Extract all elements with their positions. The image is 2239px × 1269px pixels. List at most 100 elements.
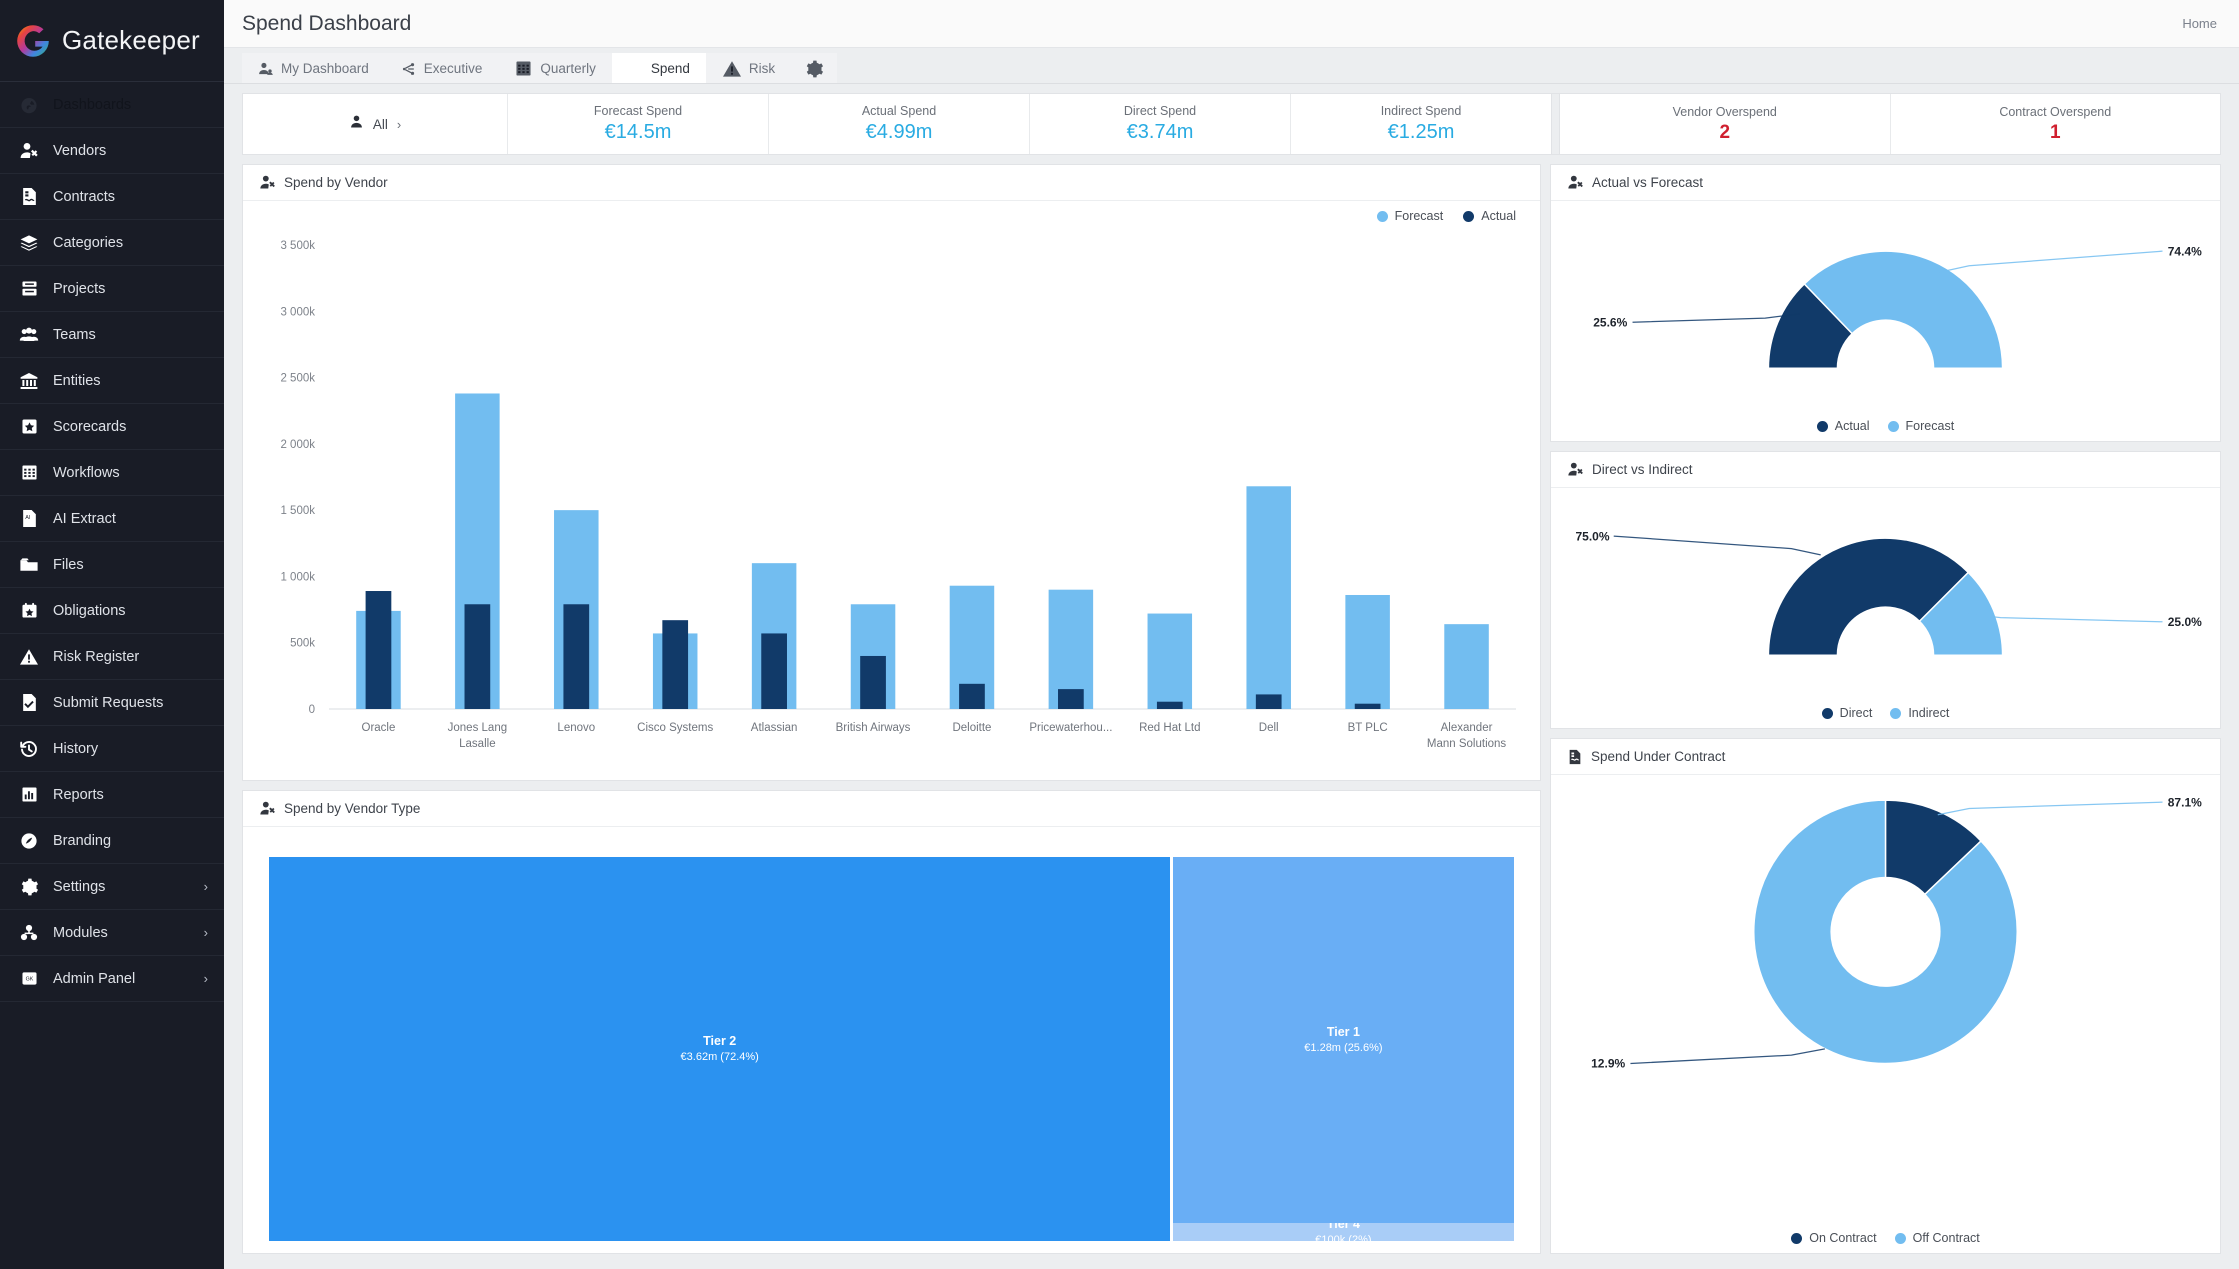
- kpi-card[interactable]: Indirect Spend €1.25m: [1291, 94, 1551, 154]
- sidebar-item-branding[interactable]: Branding: [0, 818, 224, 864]
- sidebar-item-entities[interactable]: Entities: [0, 358, 224, 404]
- treemap-cell[interactable]: Tier 1 €1.28m (25.6%): [1172, 857, 1514, 1223]
- tab-settings-gear[interactable]: [791, 53, 838, 83]
- bar-group[interactable]: [1048, 589, 1094, 709]
- bar-group[interactable]: [1246, 486, 1291, 709]
- bar-group[interactable]: [356, 591, 401, 709]
- sidebar-item-submit-requests[interactable]: Submit Requests: [0, 680, 224, 726]
- kpi-label: Indirect Spend: [1380, 104, 1462, 118]
- tab-label: My Dashboard: [281, 61, 369, 76]
- sidebar-item-label: Admin Panel: [53, 970, 136, 987]
- x-axis-label: Atlassian: [751, 722, 798, 734]
- kpi-label: Vendor Overspend: [1672, 104, 1777, 119]
- legend-item[interactable]: Forecast: [1887, 419, 1954, 433]
- legend-item[interactable]: Actual: [1816, 419, 1870, 433]
- tab-my-dashboard[interactable]: My Dashboard: [242, 53, 385, 83]
- actual-bar[interactable]: [464, 604, 491, 709]
- forecast-bar[interactable]: [1246, 486, 1291, 709]
- tab-spend[interactable]: Spend: [611, 53, 706, 83]
- sidebar-item-files[interactable]: Files: [0, 542, 224, 588]
- y-axis-tick: 3 000k: [280, 306, 315, 318]
- sidebar-item-risk-register[interactable]: Risk Register: [0, 634, 224, 680]
- sidebar-item-vendors[interactable]: Vendors: [0, 128, 224, 174]
- home-link[interactable]: Home: [2182, 16, 2217, 31]
- forecast-bar[interactable]: [1147, 613, 1193, 709]
- bar-group[interactable]: [455, 393, 500, 709]
- kpi-card[interactable]: Vendor Overspend 2: [1560, 94, 1891, 154]
- sidebar-item-settings[interactable]: Settings ›: [0, 864, 224, 910]
- legend-item[interactable]: Indirect: [1890, 706, 1949, 720]
- actual-bar[interactable]: [1255, 694, 1282, 709]
- donut-area: 75.0% 25.0% Direct Indirect: [1551, 488, 2220, 728]
- legend-label: Indirect: [1908, 706, 1950, 720]
- sidebar-item-modules[interactable]: Modules ›: [0, 910, 224, 956]
- legend-item[interactable]: Direct: [1821, 706, 1872, 720]
- kpi-card[interactable]: Actual Spend €4.99m: [769, 94, 1030, 154]
- kpi-card[interactable]: Forecast Spend €14.5m: [508, 94, 769, 154]
- x-axis-label: BT PLC: [1348, 722, 1388, 734]
- actual-bar[interactable]: [365, 591, 392, 709]
- star-badge-icon: [18, 416, 40, 438]
- sidebar-item-categories[interactable]: Categories: [0, 220, 224, 266]
- sidebar-item-label: Workflows: [53, 464, 120, 481]
- brand[interactable]: Gatekeeper: [0, 0, 224, 82]
- bar-group[interactable]: [1345, 594, 1390, 709]
- sidebar-item-dashboards[interactable]: Dashboards: [0, 82, 224, 128]
- actual-bar[interactable]: [563, 604, 590, 709]
- sidebar-item-reports[interactable]: Reports: [0, 772, 224, 818]
- sidebar-item-ai-extract[interactable]: AI AI Extract: [0, 496, 224, 542]
- tab-risk[interactable]: Risk: [705, 53, 792, 83]
- callout-label: 87.1%: [2168, 795, 2202, 809]
- bar-group[interactable]: [1444, 624, 1489, 709]
- sidebar-item-scorecards[interactable]: Scorecards: [0, 404, 224, 450]
- bank-icon: [18, 370, 40, 392]
- kpi-row: All › Forecast Spend €14.5m Actual Spend €4.9…: [242, 93, 2221, 155]
- bar-group[interactable]: [949, 585, 995, 709]
- sidebar-item-workflows[interactable]: Workflows: [0, 450, 224, 496]
- bar-group[interactable]: [751, 563, 797, 709]
- bar-group[interactable]: [850, 604, 896, 709]
- legend-item[interactable]: Off Contract: [1894, 1231, 1980, 1245]
- forecast-bar[interactable]: [1345, 594, 1390, 709]
- sidebar-item-history[interactable]: History: [0, 726, 224, 772]
- actual-bar[interactable]: [761, 633, 787, 709]
- chevron-right-icon: ›: [203, 971, 208, 986]
- kpi-card[interactable]: Direct Spend €3.74m: [1030, 94, 1291, 154]
- modules-icon: [18, 922, 40, 944]
- tab-executive[interactable]: Executive: [384, 53, 499, 83]
- actual-bar[interactable]: [959, 683, 985, 709]
- vendor-icon: [18, 140, 40, 162]
- legend-swatch: [1890, 707, 1902, 719]
- kpi-divider: [1551, 94, 1560, 154]
- actual-bar[interactable]: [1156, 701, 1183, 709]
- legend-swatch: [1821, 707, 1833, 719]
- kpi-card[interactable]: Contract Overspend 1: [1891, 94, 2221, 154]
- actual-bar[interactable]: [662, 620, 689, 709]
- treemap-cell[interactable]: Tier 2 €3.62m (72.4%): [269, 857, 1171, 1241]
- actual-bar[interactable]: [860, 655, 886, 709]
- tab-quarterly[interactable]: Quarterly: [498, 53, 612, 83]
- bar-group[interactable]: [1147, 613, 1193, 709]
- gear-icon: [18, 876, 40, 898]
- dashboard-content: All › Forecast Spend €14.5m Actual Spend €4.9…: [224, 84, 2239, 1269]
- treemap-cell-name: Tier 2: [703, 1034, 737, 1049]
- sidebar-item-label: AI Extract: [53, 510, 116, 527]
- kpi-filter-all[interactable]: All ›: [243, 94, 508, 154]
- actual-bar[interactable]: [1354, 703, 1381, 709]
- sidebar-item-projects[interactable]: Projects: [0, 266, 224, 312]
- kpi-value: €1.25m: [1387, 121, 1455, 143]
- actual-bar[interactable]: [1058, 689, 1084, 709]
- panel-actual-vs-forecast: Actual vs Forecast 74.4% 25.6% Actual Fore…: [1550, 164, 2221, 442]
- forecast-bar[interactable]: [1444, 624, 1489, 709]
- sidebar-item-admin-panel[interactable]: GK Admin Panel ›: [0, 956, 224, 1002]
- bar-group[interactable]: [652, 620, 698, 709]
- sidebar-item-obligations[interactable]: Obligations: [0, 588, 224, 634]
- bar-group[interactable]: [554, 510, 599, 709]
- sidebar-item-teams[interactable]: Teams: [0, 312, 224, 358]
- spend-by-vendor-chart: 0 500k 1 000k 1 500k 2 000k 2 500k 3 000k 3 500…: [280, 240, 1516, 750]
- gauge-icon: [18, 94, 40, 116]
- treemap-cell[interactable]: Tier 4 €100k (2%): [1172, 1223, 1514, 1241]
- legend-item[interactable]: On Contract: [1791, 1231, 1877, 1245]
- sidebar-item-contracts[interactable]: Contracts: [0, 174, 224, 220]
- panel-title: Spend Under Contract: [1591, 749, 1726, 764]
